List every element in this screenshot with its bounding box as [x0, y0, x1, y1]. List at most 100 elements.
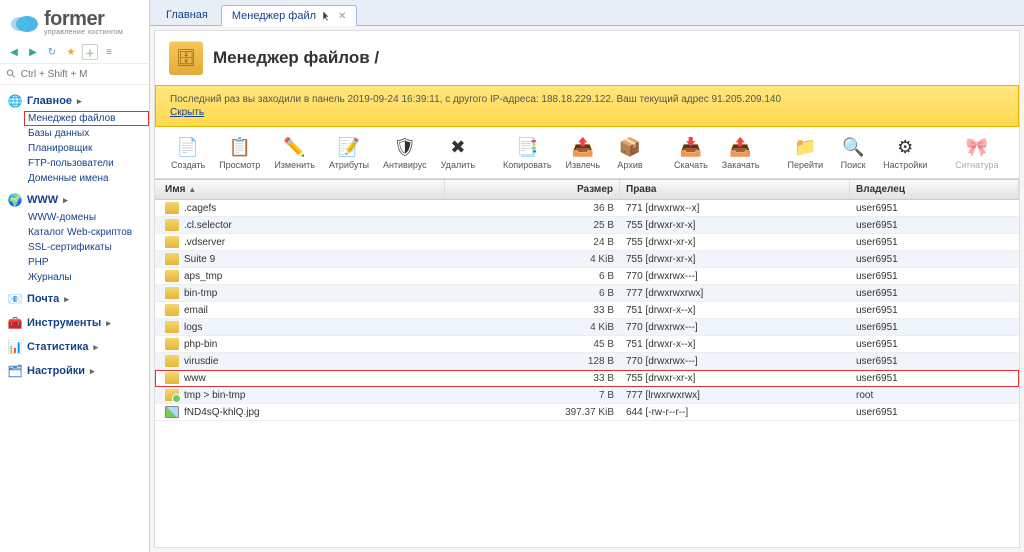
section-icon: 📊	[8, 340, 22, 354]
file-owner: user6951	[850, 217, 1019, 233]
menu-item[interactable]: PHP	[24, 255, 149, 270]
create-button[interactable]: 📄Создать	[165, 131, 211, 174]
search-button[interactable]: 🔍Поиск	[831, 131, 875, 174]
header-name[interactable]: Имя▲	[155, 180, 445, 199]
file-perm: 755 [drwxr-xr-x]	[620, 217, 850, 233]
table-row[interactable]: bin-tmp 6 B 777 [drwxrwxrwx] user6951	[155, 285, 1019, 302]
file-perm: 755 [drwxr-xr-x]	[620, 251, 850, 267]
menu-item[interactable]: Менеджер файлов	[24, 111, 149, 126]
file-size: 6 B	[445, 285, 620, 301]
menu-item[interactable]: Планировщик	[24, 141, 149, 156]
sidebar-toolbar: ◀ ▶ ↻ ★ ＋ ≡	[0, 41, 149, 64]
menu-section-инструменты[interactable]: 🧰Инструменты▸	[0, 313, 149, 333]
action-label: Удалить	[441, 160, 475, 170]
menu-item[interactable]: FTP-пользователи	[24, 156, 149, 171]
section-title: Статистика	[27, 341, 89, 353]
goto-button[interactable]: 📁Перейти	[781, 131, 829, 174]
file-manager-icon: 🗄	[169, 41, 203, 75]
menu-section-www[interactable]: 🌍WWW▸	[0, 190, 149, 210]
folder-icon	[165, 304, 179, 316]
action-label: Создать	[171, 160, 205, 170]
section-icon: 🌐	[8, 94, 22, 108]
add-button[interactable]: ＋	[82, 44, 98, 60]
menu-item[interactable]: Журналы	[24, 270, 149, 285]
extract-button[interactable]: 📤Извлечь	[560, 131, 607, 174]
table-row[interactable]: .cagefs 36 B 771 [drwxrwx--x] user6951	[155, 200, 1019, 217]
main-area: Главная Менеджер файл✕ 🗄 Менеджер файлов …	[150, 0, 1024, 552]
action-label: Копировать	[503, 160, 551, 170]
file-size: 4 KiB	[445, 251, 620, 267]
file-owner: user6951	[850, 336, 1019, 352]
quick-search	[0, 64, 149, 85]
forward-button[interactable]: ▶	[25, 44, 41, 60]
menu-item[interactable]: WWW-домены	[24, 210, 149, 225]
table-row[interactable]: php-bin 45 B 751 [drwxr-x--x] user6951	[155, 336, 1019, 353]
copy-button[interactable]: 📑Копировать	[497, 131, 557, 174]
edit-button[interactable]: ✏️Изменить	[268, 131, 321, 174]
action-label: Перейти	[787, 160, 823, 170]
header-owner[interactable]: Владелец	[850, 180, 1019, 199]
favorite-button[interactable]: ★	[63, 44, 79, 60]
refresh-button[interactable]: ↻	[44, 44, 60, 60]
file-perm: 770 [drwxrwx---]	[620, 353, 850, 369]
tab[interactable]: Главная	[155, 4, 219, 25]
list-button[interactable]: ≡	[101, 44, 117, 60]
action-label: Антивирус	[383, 160, 427, 170]
file-name: .cl.selector	[184, 220, 232, 231]
menu-item[interactable]: SSL-сертификаты	[24, 240, 149, 255]
section-title: Инструменты	[27, 317, 101, 329]
menu-section-статистика[interactable]: 📊 Статистика ▸	[0, 337, 149, 357]
sidebar: former управление хостингом ◀ ▶ ↻ ★ ＋ ≡ …	[0, 0, 150, 552]
table-row[interactable]: email 33 B 751 [drwxr-x--x] user6951	[155, 302, 1019, 319]
menu-section-главное[interactable]: 🌐Главное▸	[0, 91, 149, 111]
upload-button[interactable]: 📤Закачать	[716, 131, 766, 174]
table-row[interactable]: virusdie 128 B 770 [drwxrwx---] user6951	[155, 353, 1019, 370]
section-icon: 🧰	[8, 316, 22, 330]
chevron-icon: ▸	[94, 342, 99, 353]
menu-item[interactable]: Каталог Web-скриптов	[24, 225, 149, 240]
sidebar-menu: 🌐Главное▸Менеджер файловБазы данныхПлани…	[0, 85, 149, 385]
header-size[interactable]: Размер	[445, 180, 620, 199]
table-row[interactable]: logs 4 KiB 770 [drwxrwx---] user6951	[155, 319, 1019, 336]
tab-label: Главная	[166, 9, 208, 21]
copy-icon: 📑	[515, 135, 539, 159]
table-row[interactable]: Suite 9 4 KiB 755 [drwxr-xr-x] user6951	[155, 251, 1019, 268]
folder-icon	[165, 253, 179, 265]
download-button[interactable]: 📥Скачать	[668, 131, 714, 174]
page-title: Менеджер файлов /	[213, 48, 379, 68]
table-row[interactable]: .vdserver 24 B 755 [drwxr-xr-x] user6951	[155, 234, 1019, 251]
table-row[interactable]: fND4sQ-khlQ.jpg 397.37 KiB 644 [-rw-r--r…	[155, 404, 1019, 421]
menu-section-настройки[interactable]: 🗂Настройки▸	[0, 361, 149, 381]
attrs-button[interactable]: 📝Атрибуты	[323, 131, 375, 174]
goto-icon: 📁	[793, 135, 817, 159]
file-size: 33 B	[445, 370, 620, 386]
av-button[interactable]: 🛡Антивирус	[377, 131, 433, 174]
menu-item[interactable]: Доменные имена	[24, 171, 149, 186]
menu-section-почта[interactable]: 📧Почта▸	[0, 289, 149, 309]
file-owner: user6951	[850, 251, 1019, 267]
table-header: Имя▲ Размер Права Владелец	[155, 179, 1019, 200]
action-label: Изменить	[274, 160, 315, 170]
header-perm[interactable]: Права	[620, 180, 850, 199]
archive-button[interactable]: 📦Архив	[608, 131, 652, 174]
file-name: www	[184, 373, 206, 384]
table-row[interactable]: .cl.selector 25 B 755 [drwxr-xr-x] user6…	[155, 217, 1019, 234]
file-perm: 770 [drwxrwx---]	[620, 319, 850, 335]
file-perm: 755 [drwxr-xr-x]	[620, 370, 850, 386]
close-icon[interactable]: ✕	[338, 11, 346, 22]
tab[interactable]: Менеджер файл✕	[221, 5, 358, 26]
view-icon: 📋	[228, 135, 252, 159]
delete-button[interactable]: ✖Удалить	[435, 131, 481, 174]
search-input[interactable]	[21, 69, 143, 80]
action-label: Поиск	[841, 160, 866, 170]
table-row[interactable]: aps_tmp 6 B 770 [drwxrwx---] user6951	[155, 268, 1019, 285]
edit-icon: ✏️	[283, 135, 307, 159]
settings-button[interactable]: ⚙Настройки	[877, 131, 933, 174]
hide-notice-link[interactable]: Скрыть	[170, 107, 204, 118]
table-row[interactable]: tmp > bin-tmp 7 B 777 [lrwxrwxrwx] root	[155, 387, 1019, 404]
back-button[interactable]: ◀	[6, 44, 22, 60]
view-button[interactable]: 📋Просмотр	[213, 131, 266, 174]
table-row[interactable]: www 33 B 755 [drwxr-xr-x] user6951	[155, 370, 1019, 387]
action-label: Атрибуты	[329, 160, 369, 170]
menu-item[interactable]: Базы данных	[24, 126, 149, 141]
